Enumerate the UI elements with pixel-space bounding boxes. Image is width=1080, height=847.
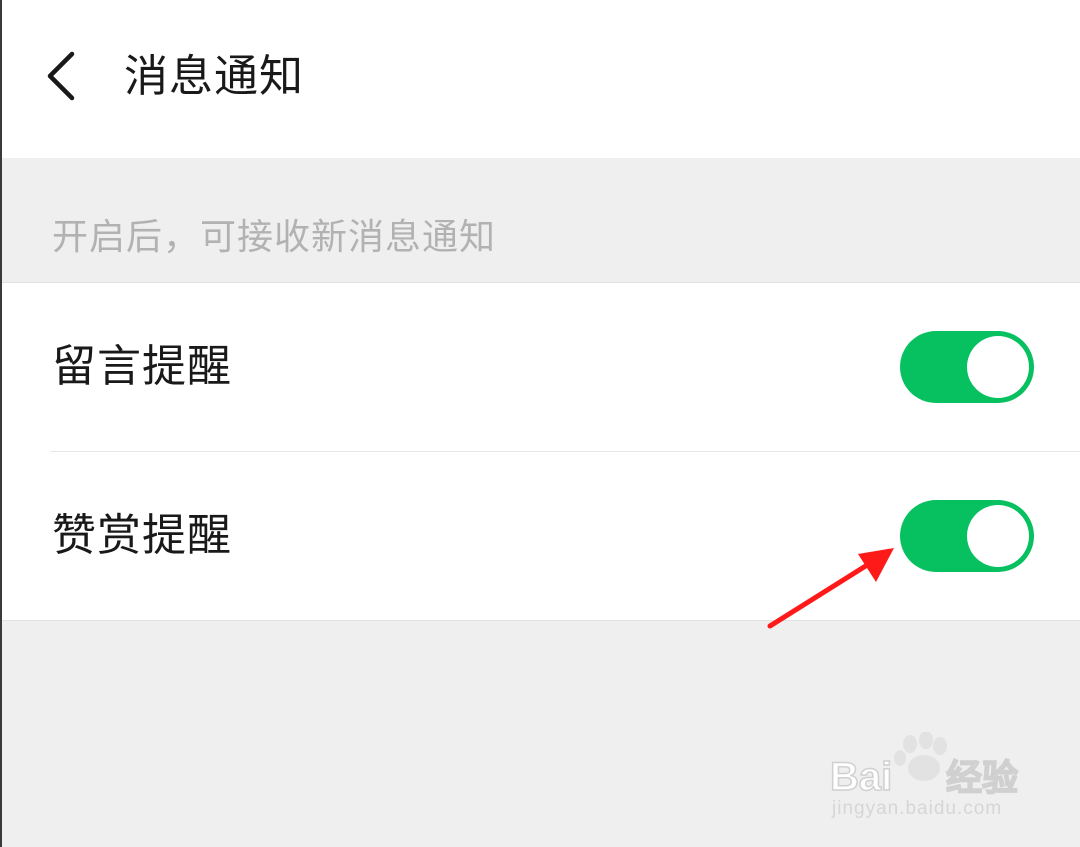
top-bar: 消息通知: [2, 0, 1080, 158]
page-title: 消息通知: [124, 51, 304, 102]
setting-label: 留言提醒: [52, 341, 232, 392]
section-hint: 开启后，可接收新消息通知: [52, 217, 497, 258]
annotation-arrow-icon: [767, 548, 894, 629]
svg-text:Bai: Bai: [830, 755, 892, 799]
chevron-left-icon: [47, 51, 75, 101]
svg-text:经验: 经验: [946, 758, 1018, 799]
reward-reminder-toggle[interactable]: [900, 500, 1034, 572]
back-button[interactable]: [38, 48, 90, 104]
toggle-knob: [967, 336, 1029, 398]
settings-page: 消息通知 开启后，可接收新消息通知 留言提醒 赞赏提醒 Bai 经验 jingy…: [0, 0, 1080, 847]
watermark-url: jingyan.baidu.com: [832, 798, 1003, 819]
setting-row-reward-reminder: 赞赏提醒: [2, 452, 1080, 620]
comment-reminder-toggle[interactable]: [900, 331, 1034, 403]
setting-row-comment-reminder: 留言提醒: [2, 283, 1080, 451]
toggle-knob: [967, 505, 1029, 567]
setting-label: 赞赏提醒: [52, 510, 232, 561]
settings-list: 留言提醒 赞赏提醒: [2, 282, 1080, 621]
